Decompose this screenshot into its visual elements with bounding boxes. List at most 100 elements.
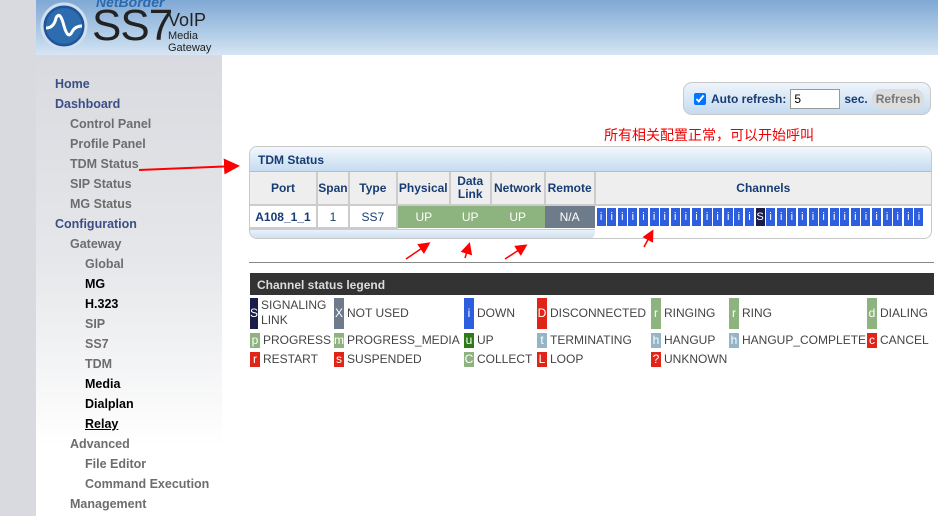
channel-cell[interactable]: i <box>829 208 839 226</box>
legend-label: PROGRESS_MEDIA <box>347 333 460 347</box>
channel-cell[interactable]: i <box>649 208 659 226</box>
sidebar-item-gateway[interactable]: Gateway <box>70 237 121 251</box>
channel-cell[interactable]: i <box>808 208 818 226</box>
sidebar-item-sip-status[interactable]: SIP Status <box>70 177 132 191</box>
legend-item: t TERMINATING <box>537 333 632 348</box>
channel-cell[interactable]: i <box>797 208 807 226</box>
header: NetBorder SS7 VoIP Media Gateway <box>36 0 938 55</box>
sidebar-item-home[interactable]: Home <box>55 77 90 91</box>
legend-swatch: p <box>250 333 260 348</box>
sidebar-item-tdm[interactable]: TDM <box>85 357 112 371</box>
sidebar-item-mg-status[interactable]: MG Status <box>70 197 132 211</box>
col-datalink-l1: Data <box>457 174 484 188</box>
refresh-button[interactable]: Refresh <box>871 88 925 109</box>
legend-swatch: D <box>537 298 547 329</box>
channel-cell[interactable]: i <box>744 208 754 226</box>
sidebar-item-sip[interactable]: SIP <box>85 317 105 331</box>
legend-swatch: C <box>464 352 474 367</box>
channel-cell[interactable]: i <box>723 208 733 226</box>
channel-cell[interactable]: i <box>861 208 871 226</box>
legend-swatch: s <box>334 352 344 367</box>
channel-cell[interactable]: i <box>787 208 797 226</box>
legend-item: X NOT USED <box>334 298 409 329</box>
legend-item: h HANGUP <box>651 333 715 348</box>
channel-cell[interactable]: i <box>691 208 701 226</box>
legend-label: NOT USED <box>347 306 409 320</box>
legend-label: COLLECT <box>477 352 533 366</box>
legend-swatch: m <box>334 333 344 348</box>
legend-swatch: d <box>867 298 877 329</box>
channel-cell[interactable]: i <box>819 208 829 226</box>
refresh-interval-input[interactable] <box>790 88 841 109</box>
sidebar-item-h-323[interactable]: H.323 <box>85 297 118 311</box>
channel-cell[interactable]: i <box>766 208 776 226</box>
channel-cell[interactable]: i <box>660 208 670 226</box>
tdm-status-table: Port Span Type Physical Data Link Network… <box>250 172 931 229</box>
channel-cell[interactable]: i <box>670 208 680 226</box>
arrow-physical <box>405 242 431 260</box>
channel-cell[interactable]: i <box>914 208 924 226</box>
sidebar-item-advanced[interactable]: Advanced <box>70 437 130 451</box>
legend-label: UP <box>477 333 494 347</box>
logo-wave-icon <box>40 2 88 50</box>
col-type: Type <box>347 172 398 206</box>
legend-label: UNKNOWN <box>664 352 728 366</box>
channel-cell[interactable]: i <box>713 208 723 226</box>
legend-item: r RINGING <box>651 298 715 329</box>
sidebar-item-ss7[interactable]: SS7 <box>85 337 109 351</box>
channel-cell[interactable]: i <box>776 208 786 226</box>
col-datalink-l2: Link <box>457 187 483 201</box>
channel-cell[interactable]: i <box>882 208 892 226</box>
legend-label: HANGUP <box>664 333 716 347</box>
channel-cell[interactable]: i <box>628 208 638 226</box>
divider <box>249 262 934 263</box>
legend-swatch: S <box>250 298 259 329</box>
sidebar-item-dashboard[interactable]: Dashboard <box>55 97 120 111</box>
legend-swatch: u <box>464 333 474 348</box>
legend-item: i DOWN <box>464 298 515 329</box>
channel-cell[interactable]: i <box>702 208 712 226</box>
sidebar-item-file-editor[interactable]: File Editor <box>85 457 146 471</box>
legend-swatch: i <box>464 298 474 329</box>
sidebar-item-global[interactable]: Global <box>85 257 124 271</box>
sidebar-item-management[interactable]: Management <box>70 497 146 511</box>
sidebar-item-media[interactable]: Media <box>85 377 120 391</box>
sidebar-item-command-execution[interactable]: Command Execution <box>85 477 209 491</box>
channel-cell[interactable]: i <box>681 208 691 226</box>
channel-cell[interactable]: i <box>850 208 860 226</box>
sidebar-item-relay[interactable]: Relay <box>85 417 118 431</box>
legend-label: DISCONNECTED <box>550 306 647 320</box>
col-physical: Physical <box>395 172 451 206</box>
channel-cell[interactable]: i <box>596 208 606 226</box>
logo-subtitle: Media Gateway <box>168 30 212 54</box>
legend-title: Channel status legend <box>250 273 934 295</box>
cell-datalink: UP <box>449 205 491 228</box>
channel-cell[interactable]: i <box>840 208 850 226</box>
channel-cell[interactable]: i <box>893 208 903 226</box>
sidebar-item-mg[interactable]: MG <box>85 277 105 291</box>
channel-cell[interactable]: i <box>903 208 913 226</box>
channel-cell[interactable]: i <box>639 208 648 226</box>
legend-swatch: h <box>729 333 739 348</box>
auto-refresh-panel: Auto refresh: sec. Refresh <box>683 82 931 115</box>
channel-cell[interactable]: i <box>607 208 617 226</box>
sidebar-item-configuration[interactable]: Configuration <box>55 217 137 231</box>
legend-label: CANCEL <box>880 333 929 347</box>
sidebar-item-dialplan[interactable]: Dialplan <box>85 397 134 411</box>
sidebar-item-tdm-status[interactable]: TDM Status <box>70 157 139 171</box>
legend-item: c CANCEL <box>867 333 929 348</box>
channel-cell[interactable]: S <box>755 208 765 226</box>
col-port: Port <box>250 172 318 206</box>
legend-item: r RING <box>729 298 772 329</box>
auto-refresh-checkbox[interactable] <box>694 92 706 105</box>
channel-cell[interactable]: i <box>872 208 882 226</box>
col-remote: Remote <box>543 172 596 206</box>
sidebar-item-control-panel[interactable]: Control Panel <box>70 117 151 131</box>
channel-cell[interactable]: i <box>617 208 627 226</box>
col-span: Span <box>315 172 350 206</box>
legend-item: u UP <box>464 333 494 348</box>
sidebar-item-profile-panel[interactable]: Profile Panel <box>70 137 146 151</box>
legend-item: S SIGNALING LINK <box>250 298 330 329</box>
legend-swatch: t <box>537 333 547 348</box>
channel-cell[interactable]: i <box>734 208 744 226</box>
